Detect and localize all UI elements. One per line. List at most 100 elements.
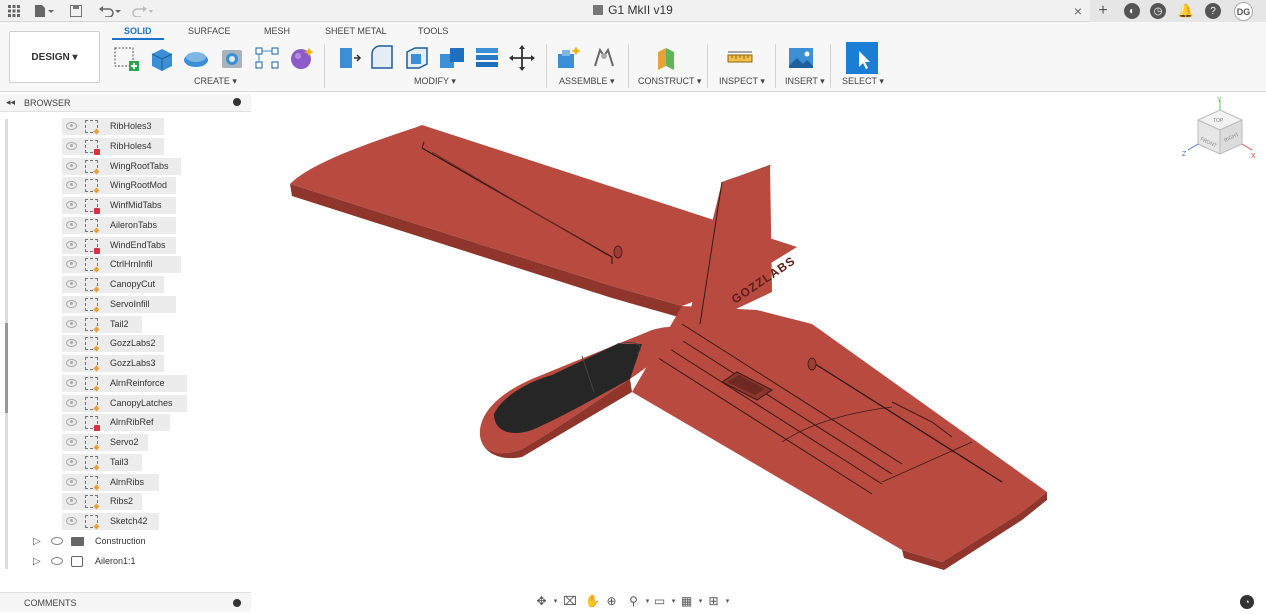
sketch-icon xyxy=(85,396,98,410)
orbit-icon[interactable]: ✥ xyxy=(535,595,548,608)
sketch-row[interactable]: WindEndTabs xyxy=(0,236,251,254)
sketch-row[interactable]: GozzLabs3 xyxy=(0,355,251,372)
fit-icon[interactable]: ⚲ xyxy=(627,595,640,608)
sketch-row[interactable]: GozzLabs2 xyxy=(0,335,251,353)
sketch-row[interactable]: WingRootTabs xyxy=(0,157,251,175)
assemble-group-label[interactable]: ASSEMBLE ▾ xyxy=(559,76,615,87)
visibility-eye-icon[interactable] xyxy=(66,240,77,249)
sketch-row[interactable]: Tail3 xyxy=(0,453,251,471)
visibility-eye-icon[interactable] xyxy=(51,557,63,565)
visibility-eye-icon[interactable] xyxy=(66,438,77,446)
align-icon[interactable] xyxy=(473,44,501,72)
panel-pin-icon[interactable] xyxy=(233,98,241,106)
sketch-row[interactable]: CanopyCut xyxy=(0,276,251,293)
new-component-icon[interactable] xyxy=(555,44,583,72)
zoom-window-icon[interactable]: ⊕ xyxy=(605,595,618,608)
visibility-eye-icon[interactable] xyxy=(66,161,77,170)
close-tab-icon[interactable]: × xyxy=(1071,2,1085,20)
display-settings-icon[interactable]: ▭ xyxy=(653,595,666,608)
visibility-eye-icon[interactable] xyxy=(66,122,77,130)
select-group-label[interactable]: SELECT ▾ xyxy=(842,76,884,87)
create-sketch-icon[interactable] xyxy=(112,44,140,72)
sketch-row[interactable]: Tail2 xyxy=(0,315,251,333)
tab-mesh[interactable]: MESH xyxy=(264,26,290,36)
sketch-row[interactable]: AlrnRibRef xyxy=(0,414,251,432)
visibility-eye-icon[interactable] xyxy=(66,141,77,150)
comments-pin-icon[interactable] xyxy=(233,599,241,607)
job-status-icon[interactable]: ◷ xyxy=(1150,3,1166,19)
visibility-eye-icon[interactable] xyxy=(66,299,77,308)
visibility-eye-icon[interactable] xyxy=(66,517,77,525)
help-icon[interactable]: ? xyxy=(1205,3,1221,19)
joint-icon[interactable] xyxy=(590,44,618,72)
construct-group-label[interactable]: CONSTRUCT ▾ xyxy=(638,76,701,87)
expand-arrow-icon[interactable]: ▷ xyxy=(33,536,41,547)
viewcube[interactable]: TOP FRONT RIGHT Y Z X xyxy=(1180,96,1260,176)
model-viewport[interactable]: GOZZLABS xyxy=(252,92,1266,592)
select-icon[interactable] xyxy=(846,42,878,74)
visibility-eye-icon[interactable] xyxy=(66,280,77,288)
create-form-icon[interactable] xyxy=(288,44,316,72)
navigation-toolbar: ✥ ▾ ⌧ ✋ ⊕ ⚲ ▾ ▭ ▾ ▦ ▾ ⊞ ▾ xyxy=(535,594,730,608)
tab-tools[interactable]: TOOLS xyxy=(418,26,448,36)
measure-icon[interactable] xyxy=(726,44,754,72)
inspect-group-label[interactable]: INSPECT ▾ xyxy=(719,76,765,87)
revolve-icon[interactable] xyxy=(182,44,210,72)
sketch-row[interactable]: WinfMidTabs xyxy=(0,197,251,214)
tab-sheet-metal[interactable]: SHEET METAL xyxy=(325,26,387,36)
notifications-icon[interactable]: 🔔 xyxy=(1178,3,1194,19)
modify-group-label[interactable]: MODIFY ▾ xyxy=(414,76,456,87)
visibility-eye-icon[interactable] xyxy=(66,201,77,209)
combine-icon[interactable] xyxy=(438,44,466,72)
visibility-eye-icon[interactable] xyxy=(66,398,77,407)
sketch-label: AlrnRibs xyxy=(110,476,145,487)
tab-solid[interactable]: SOLID xyxy=(124,26,152,36)
extrude-icon[interactable] xyxy=(148,44,176,72)
sketch-row[interactable]: WingRootMod xyxy=(0,177,251,195)
sketch-row[interactable]: Ribs2 xyxy=(0,493,251,511)
visibility-eye-icon[interactable] xyxy=(66,359,77,367)
user-avatar[interactable]: DG xyxy=(1234,2,1253,21)
shell-icon[interactable] xyxy=(403,44,431,72)
press-pull-icon[interactable] xyxy=(334,44,362,72)
pan-icon[interactable]: ✋ xyxy=(585,595,600,608)
move-icon[interactable] xyxy=(508,44,536,72)
sketch-row[interactable]: CtrlHrnInfil xyxy=(0,256,251,274)
construction-folder-row[interactable]: ▷ Construction xyxy=(0,533,251,550)
visibility-eye-icon[interactable] xyxy=(51,537,63,545)
create-group-label[interactable]: CREATE ▾ xyxy=(194,76,237,87)
expand-arrow-icon[interactable]: ▷ xyxy=(33,556,41,567)
component-row[interactable]: ▷ Aileron1:1 xyxy=(0,553,251,570)
visibility-eye-icon[interactable] xyxy=(66,220,77,229)
sketch-row[interactable]: Servo2 xyxy=(0,434,251,451)
visibility-eye-icon[interactable] xyxy=(66,319,77,328)
pattern-icon[interactable] xyxy=(253,44,281,72)
insert-image-icon[interactable] xyxy=(787,44,815,72)
look-at-icon[interactable]: ⌧ xyxy=(563,595,577,608)
sketch-row[interactable]: Sketch42 xyxy=(0,513,251,530)
sketch-row[interactable]: ServoInfill xyxy=(0,295,251,313)
offset-plane-icon[interactable] xyxy=(652,44,680,72)
sketch-row[interactable]: RibHoles4 xyxy=(0,137,251,155)
feedback-icon[interactable]: ◔ xyxy=(1240,595,1254,609)
comments-panel-header[interactable]: COMMENTS xyxy=(0,592,251,612)
visibility-eye-icon[interactable] xyxy=(66,378,77,387)
extensions-icon[interactable]: ◐ xyxy=(1124,3,1140,19)
visibility-eye-icon[interactable] xyxy=(66,457,77,466)
sketch-row[interactable]: AileronTabs xyxy=(0,216,251,234)
sketch-label: CtrlHrnInfil xyxy=(110,259,153,270)
hole-icon[interactable] xyxy=(218,44,246,72)
workspace-switcher-button[interactable]: DESIGN ▾ xyxy=(9,31,100,83)
sketch-row[interactable]: CanopyLatches xyxy=(0,394,251,412)
tab-surface[interactable]: SURFACE xyxy=(188,26,231,36)
collapse-panel-icon[interactable]: ◂◂ xyxy=(6,97,15,108)
sketch-row[interactable]: AlrnRibs xyxy=(0,473,251,491)
sketch-row[interactable]: RibHoles3 xyxy=(0,118,251,135)
insert-group-label[interactable]: INSERT ▾ xyxy=(785,76,825,87)
grid-settings-icon[interactable]: ▦ xyxy=(680,595,693,608)
new-tab-plus-icon[interactable]: + xyxy=(1095,2,1111,20)
fillet-icon[interactable] xyxy=(368,44,396,72)
sketch-row[interactable]: AlrnReinforce xyxy=(0,374,251,392)
viewports-icon[interactable]: ⊞ xyxy=(707,595,720,608)
visibility-eye-icon[interactable] xyxy=(66,477,77,486)
